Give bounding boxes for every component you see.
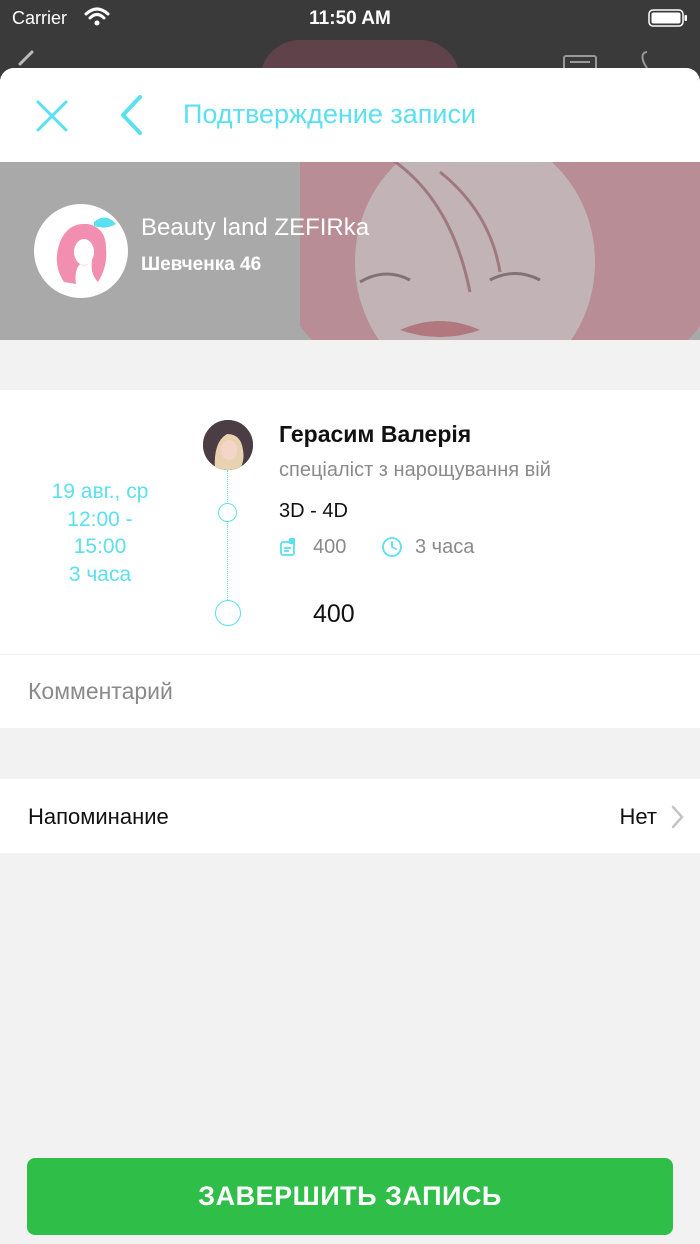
close-icon[interactable]	[34, 98, 70, 134]
price-tag-icon	[280, 538, 295, 556]
clock-icon	[382, 537, 402, 557]
back-chevron-icon[interactable]	[116, 94, 148, 136]
specialist-name: Герасим Валерія	[279, 421, 472, 447]
comment-row	[0, 655, 700, 728]
finish-booking-button[interactable]: ЗАВЕРШИТЬ ЗАПИСЬ	[27, 1158, 673, 1235]
reminder-value: Нет	[619, 804, 657, 829]
battery-icon	[648, 9, 687, 27]
salon-address: Шевченка 46	[141, 254, 262, 275]
salon-cover-image	[300, 162, 700, 340]
specialist-avatar	[203, 420, 253, 470]
service-price: 400	[313, 536, 347, 558]
booking-confirmation-sheet: Подтверждение записи Beauty land ZEFIRka…	[0, 68, 700, 1244]
booking-datetime: 19 авг., ср 12:00 - 15:00 3 часа	[0, 478, 200, 588]
status-time: 11:50 AM	[309, 8, 391, 29]
reminder-row[interactable]: Напоминание Нет	[0, 779, 700, 853]
timeline-line	[227, 470, 228, 600]
salon-logo	[34, 204, 128, 298]
nav-bar: Подтверждение записи	[0, 68, 700, 162]
reminder-label: Напоминание	[28, 804, 169, 829]
booking-date-label: 19 авг., ср	[51, 480, 149, 503]
booking-details: 19 авг., ср 12:00 - 15:00 3 часа Герасим…	[0, 390, 700, 692]
service-duration: 3 часа	[415, 536, 475, 558]
timeline-total-dot	[215, 600, 241, 626]
service-name: 3D - 4D	[279, 500, 348, 522]
booking-duration: 3 часа	[68, 562, 132, 586]
booking-end-time: 15:00	[73, 535, 127, 558]
total-price: 400	[313, 600, 355, 628]
booking-start-time: 12:00 -	[67, 507, 133, 531]
specialist-role: спеціаліст з нарощування вій	[279, 459, 551, 481]
timeline-service-dot	[218, 503, 237, 522]
page-title: Подтверждение записи	[183, 99, 477, 129]
chevron-right-icon	[671, 805, 684, 829]
comment-input[interactable]	[28, 667, 668, 715]
salon-header: Beauty land ZEFIRka Шевченка 46	[0, 162, 700, 340]
salon-name: Beauty land ZEFIRka	[141, 214, 370, 241]
status-bar: Carrier 11:50 AM	[0, 0, 700, 36]
